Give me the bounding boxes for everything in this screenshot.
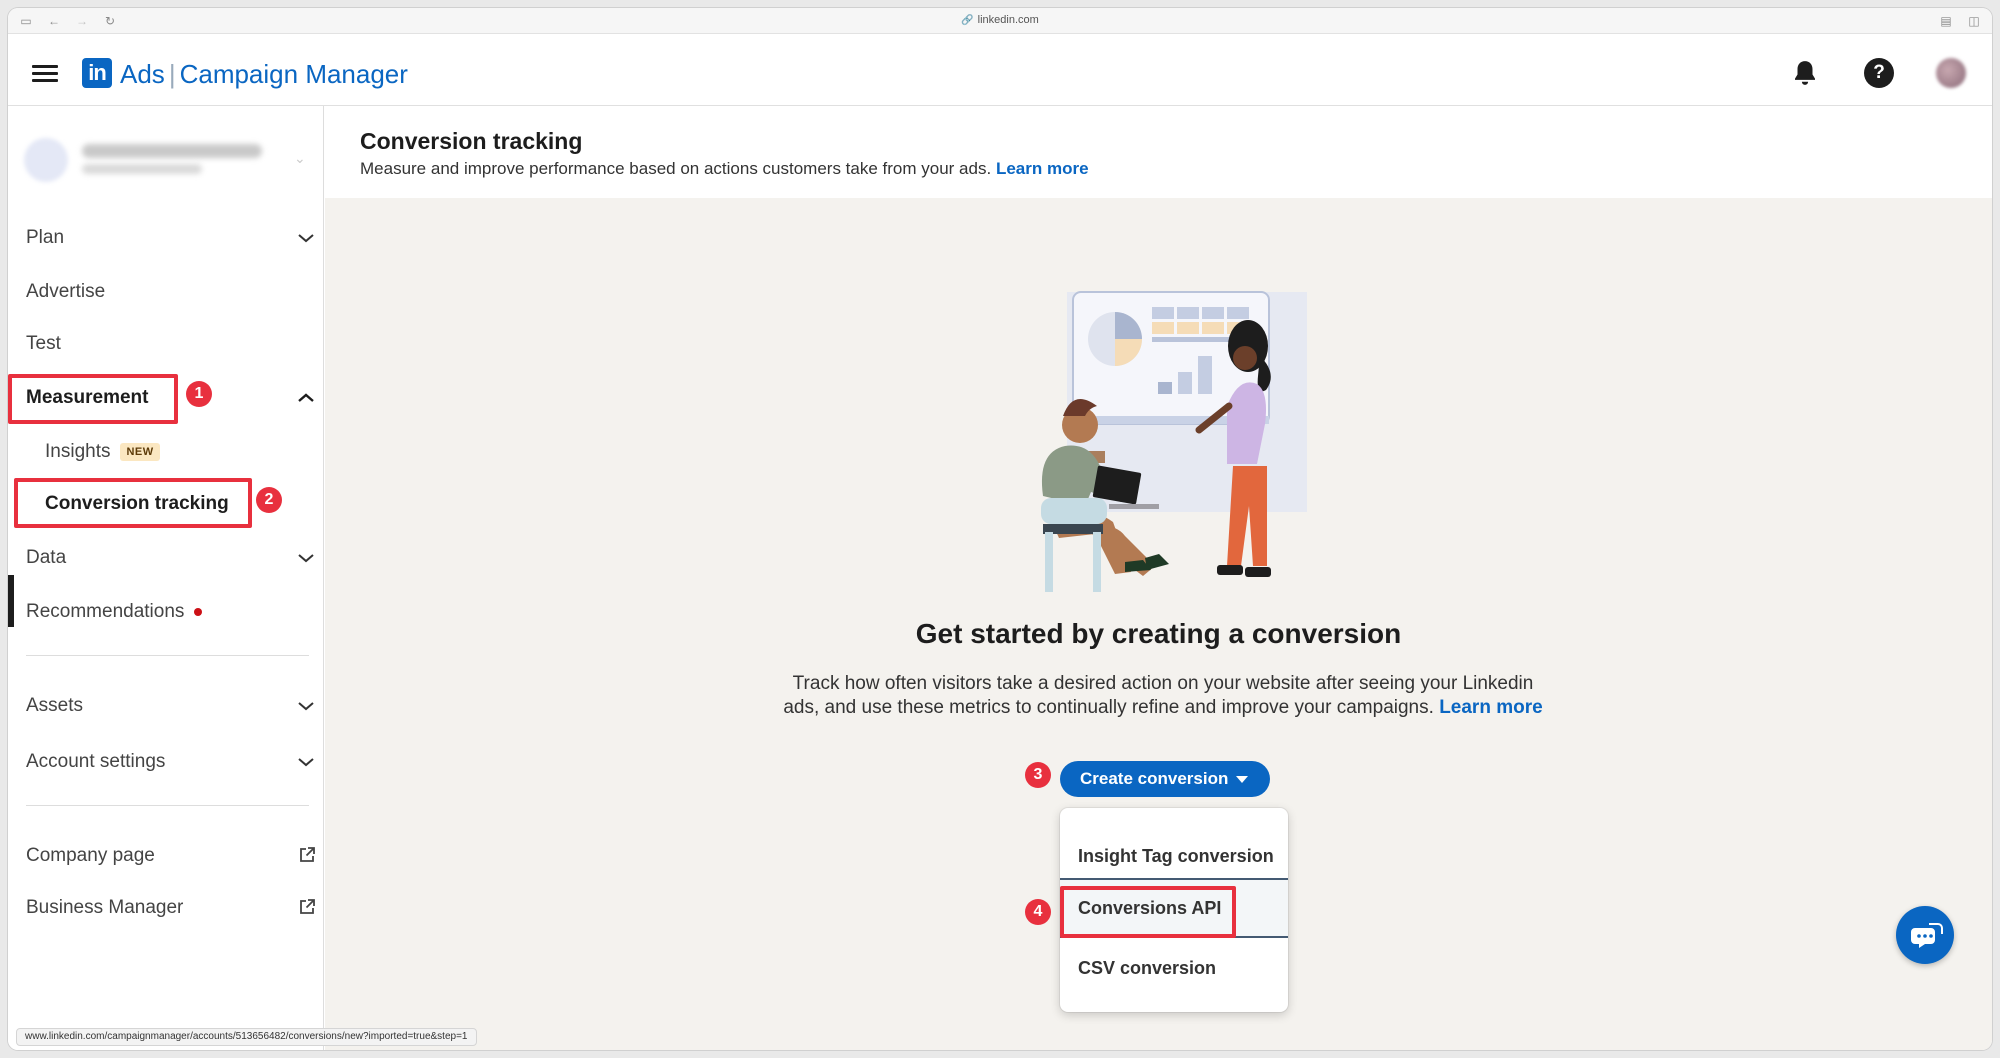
- chevron-up-icon: [298, 393, 314, 402]
- address-bar[interactable]: 🔗 linkedin.com: [8, 14, 1992, 26]
- brand-ads: Ads: [120, 59, 165, 89]
- sidebar-item-company-page[interactable]: Company page: [26, 836, 316, 876]
- brand-product: Campaign Manager: [179, 59, 408, 89]
- sidebar-item-label: Measurement: [26, 387, 149, 408]
- menu-item-conversions-api[interactable]: Conversions API: [1060, 880, 1288, 936]
- chevron-down-icon: [298, 554, 314, 563]
- sidebar-item-business-manager[interactable]: Business Manager: [26, 888, 316, 928]
- linkedin-logo[interactable]: in: [82, 58, 112, 88]
- sidebar-item-label: Account settings: [26, 751, 166, 772]
- sidebar-item-label: Recommendations: [26, 601, 185, 622]
- active-indicator: [8, 575, 14, 627]
- step-marker-2: 2: [256, 487, 282, 513]
- chevron-down-icon: ⌄: [294, 150, 306, 166]
- chevron-down-icon: [298, 234, 314, 243]
- sidebar-item-label: Advertise: [26, 281, 106, 302]
- sidebar-item-measurement[interactable]: Measurement: [26, 378, 316, 418]
- sidebar-item-label: Business Manager: [26, 897, 184, 918]
- reader-icon[interactable]: ▤: [1938, 13, 1954, 29]
- notification-dot: [194, 607, 203, 616]
- sidebar-divider: [26, 805, 309, 806]
- help-icon[interactable]: ?: [1864, 58, 1894, 88]
- sidebar-divider: [26, 655, 309, 656]
- sidebar-item-data[interactable]: Data: [26, 538, 316, 578]
- menu-item-insight-tag-conversion[interactable]: Insight Tag conversion: [1060, 828, 1288, 884]
- menu-item-label: Insight Tag conversion: [1078, 846, 1274, 866]
- chat-button[interactable]: [1896, 906, 1954, 964]
- page-subtitle-text: Measure and improve performance based on…: [360, 159, 992, 178]
- chevron-down-icon: [298, 758, 314, 767]
- status-bar-link-preview: www.linkedin.com/campaignmanager/account…: [16, 1028, 477, 1046]
- sidebar-item-account-settings[interactable]: Account settings: [26, 742, 316, 782]
- sidebar-item-label: Company page: [26, 845, 155, 866]
- step-marker-3: 3: [1025, 762, 1051, 788]
- main-content: Conversion tracking Measure and improve …: [325, 106, 1992, 1050]
- empty-state-text: Track how often visitors take a desired …: [783, 673, 1534, 718]
- page-title: Conversion tracking: [360, 128, 583, 154]
- sidebar-item-insights[interactable]: Insights NEW: [45, 432, 305, 472]
- sidebar-item-label: Assets: [26, 695, 84, 716]
- bell-icon[interactable]: [1790, 58, 1820, 88]
- external-link-icon: [300, 899, 315, 914]
- account-switcher[interactable]: ⌄: [22, 136, 312, 186]
- menu-item-label: CSV conversion: [1078, 958, 1217, 978]
- external-link-icon: [300, 847, 315, 862]
- new-badge: NEW: [120, 442, 160, 461]
- page-subtitle: Measure and improve performance based on…: [360, 159, 1089, 179]
- link-icon: 🔗: [961, 15, 974, 26]
- avatar[interactable]: [1936, 58, 1966, 88]
- app-brand[interactable]: Ads | Campaign Manager: [120, 59, 408, 90]
- chat-icon: [1911, 923, 1943, 948]
- menu-divider: [1060, 936, 1288, 938]
- sidebar-item-label: Data: [26, 547, 67, 568]
- sidebar-item-label: Plan: [26, 227, 65, 248]
- page-header: Conversion tracking Measure and improve …: [325, 106, 1992, 198]
- browser-window: ▭ ← → ↻ 🔗 linkedin.com ▤ ◫ in Ads | Campaig…: [8, 8, 1992, 1050]
- create-conversion-label: Create conversion: [1080, 769, 1229, 788]
- step-marker-4: 4: [1025, 899, 1051, 925]
- step-marker-1: 1: [186, 381, 212, 407]
- sidebar-item-label: Insights: [45, 441, 111, 462]
- empty-state-title: Get started by creating a conversion: [915, 618, 1402, 649]
- sidebar-item-assets[interactable]: Assets: [26, 686, 316, 726]
- account-id: [82, 164, 202, 174]
- app-header: in Ads | Campaign Manager ?: [8, 34, 1992, 106]
- learn-more-link[interactable]: Learn more: [996, 159, 1089, 178]
- browser-toolbar: ▭ ← → ↻ 🔗 linkedin.com ▤ ◫: [8, 8, 1992, 34]
- menu-icon[interactable]: [32, 65, 58, 83]
- address-text: linkedin.com: [977, 14, 1039, 26]
- tabs-overview-icon[interactable]: ◫: [1966, 13, 1982, 29]
- people-analytics-illustration: [1041, 291, 1307, 592]
- empty-state-learn-more-link[interactable]: Learn more: [1439, 697, 1542, 718]
- sidebar-item-label: Conversion tracking: [45, 493, 229, 514]
- sidebar-item-plan[interactable]: Plan: [26, 218, 316, 258]
- chevron-down-icon: [298, 702, 314, 711]
- sidebar-item-advertise[interactable]: Advertise: [26, 272, 316, 312]
- create-conversion-menu: Insight Tag conversion Conversions API C…: [1060, 808, 1288, 1012]
- menu-item-label: Conversions API: [1078, 898, 1222, 918]
- sidebar-item-test[interactable]: Test: [26, 324, 316, 364]
- create-conversion-button[interactable]: Create conversion: [1060, 761, 1270, 797]
- account-avatar: [24, 138, 68, 182]
- sidebar: ⌄ Plan Advertise Test Measurement Insigh…: [8, 106, 324, 1050]
- sidebar-item-recommendations[interactable]: Recommendations: [26, 592, 316, 632]
- caret-down-icon: [1236, 776, 1248, 783]
- account-name: [82, 144, 262, 158]
- menu-item-csv-conversion[interactable]: CSV conversion: [1060, 940, 1288, 996]
- sidebar-item-label: Test: [26, 333, 61, 354]
- empty-state-description: Track how often visitors take a desired …: [783, 672, 1543, 720]
